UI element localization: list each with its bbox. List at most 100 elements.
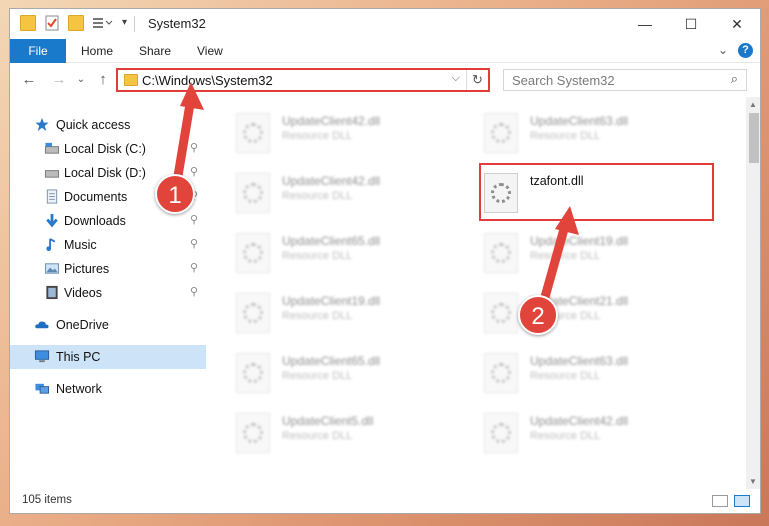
up-button[interactable]: ↑ bbox=[94, 70, 112, 90]
file-item[interactable]: UpdateClient63.dll Resource DLL bbox=[484, 105, 714, 157]
dll-file-icon bbox=[484, 353, 518, 393]
network-icon bbox=[35, 383, 50, 394]
computer-icon bbox=[34, 350, 50, 363]
search-input[interactable]: Search System32 bbox=[512, 73, 615, 88]
cloud-icon bbox=[35, 321, 49, 329]
file-item[interactable]: UpdateClient5.dll Resource DLL bbox=[236, 405, 466, 457]
documents-icon bbox=[46, 189, 58, 204]
file-type: Resource DLL bbox=[282, 130, 353, 142]
dll-file-icon bbox=[484, 113, 518, 153]
sidebar-item-label: OneDrive bbox=[56, 318, 109, 332]
file-list: UpdateClient42.dll Resource DLL UpdateCl… bbox=[206, 97, 746, 489]
file-type: Resource DLL bbox=[530, 250, 601, 262]
explorer-window: ▾ System32 — ☐ ✕ File Home Share View ⌄ … bbox=[9, 8, 761, 514]
scroll-down-icon[interactable]: ▼ bbox=[749, 477, 757, 486]
dll-file-icon bbox=[236, 173, 270, 213]
sidebar-item-label: Videos bbox=[64, 286, 102, 300]
folder-icon bbox=[20, 15, 36, 31]
pin-icon: ⚲ bbox=[190, 286, 199, 298]
file-name: UpdateClient65.dll bbox=[282, 234, 381, 248]
file-type: Resource DLL bbox=[530, 430, 601, 442]
dll-file-icon bbox=[236, 293, 270, 333]
scroll-up-icon[interactable]: ▲ bbox=[749, 100, 757, 109]
navigation-pane: Quick access Local Disk (C:) ⚲ Local Dis… bbox=[10, 97, 206, 489]
tab-file[interactable]: File bbox=[10, 39, 66, 63]
search-box[interactable]: Search System32 ⌕ bbox=[503, 69, 747, 91]
sidebar-item-music[interactable]: Music ⚲ bbox=[10, 233, 206, 257]
title-separator bbox=[134, 16, 135, 32]
file-name: UpdateClient19.dll bbox=[282, 294, 381, 308]
file-type: Resource DLL bbox=[530, 130, 601, 142]
file-type: Resource DLL bbox=[282, 250, 353, 262]
large-icons-view-icon[interactable] bbox=[734, 495, 750, 507]
tab-view[interactable]: View bbox=[197, 39, 223, 63]
file-item[interactable]: UpdateClient65.dll Resource DLL bbox=[236, 225, 466, 277]
details-view-icon[interactable] bbox=[712, 495, 728, 507]
file-item[interactable]: UpdateClient42.dll Resource DLL bbox=[484, 405, 714, 457]
sidebar-item-label: Network bbox=[56, 382, 102, 396]
file-item[interactable]: UpdateClient19.dll Resource DLL bbox=[484, 225, 714, 277]
star-icon bbox=[35, 117, 49, 132]
file-type: Resource DLL bbox=[282, 190, 353, 202]
dll-file-icon bbox=[484, 293, 518, 333]
file-item[interactable]: UpdateClient65.dll Resource DLL bbox=[236, 345, 466, 397]
dll-file-icon bbox=[236, 233, 270, 273]
search-icon[interactable]: ⌕ bbox=[731, 71, 738, 87]
dll-file-icon bbox=[236, 353, 270, 393]
title-bar: ▾ System32 — ☐ ✕ bbox=[10, 9, 760, 39]
dll-file-icon bbox=[484, 233, 518, 273]
file-name: UpdateClient19.dll bbox=[530, 234, 629, 248]
file-name: UpdateClient42.dll bbox=[282, 114, 381, 128]
sidebar-item-this-pc[interactable]: This PC bbox=[10, 345, 206, 369]
file-name: UpdateClient5.dll bbox=[282, 414, 374, 428]
sidebar-item-quick-access[interactable]: Quick access bbox=[10, 113, 206, 137]
minimize-button[interactable]: — bbox=[622, 9, 668, 39]
sidebar-item-network[interactable]: Network bbox=[10, 377, 206, 401]
sidebar-item-label: Downloads bbox=[64, 214, 126, 228]
file-item[interactable]: UpdateClient19.dll Resource DLL bbox=[236, 285, 466, 337]
pin-icon: ⚲ bbox=[190, 166, 199, 178]
sidebar-item-label: This PC bbox=[56, 350, 101, 364]
tab-home[interactable]: Home bbox=[81, 39, 113, 63]
file-item[interactable]: UpdateClient42.dll Resource DLL bbox=[236, 105, 466, 157]
vertical-scrollbar[interactable]: ▲ ▼ bbox=[746, 97, 760, 489]
sidebar-item-label: Local Disk (C:) bbox=[64, 142, 146, 156]
window-title: System32 bbox=[148, 16, 206, 31]
sidebar-item-label: Pictures bbox=[64, 262, 110, 276]
address-dropdown-icon[interactable]: ⌵ bbox=[452, 72, 460, 85]
navigation-bar: ← → ⌄ ↑ C:\Windows\System32 ⌵ ↻ Search S… bbox=[10, 64, 760, 96]
tab-share[interactable]: Share bbox=[139, 39, 171, 63]
sidebar-item-onedrive[interactable]: OneDrive bbox=[10, 313, 206, 337]
close-button[interactable]: ✕ bbox=[714, 9, 760, 39]
step-2-badge: 2 bbox=[518, 295, 558, 335]
scrollbar-thumb[interactable] bbox=[749, 113, 759, 163]
address-bar[interactable]: C:\Windows\System32 ⌵ ↻ bbox=[116, 68, 490, 92]
file-name: UpdateClient65.dll bbox=[282, 354, 381, 368]
pin-icon: ⚲ bbox=[190, 142, 199, 154]
file-highlight-box bbox=[479, 163, 714, 221]
properties-icon[interactable] bbox=[44, 15, 60, 31]
pin-icon: ⚲ bbox=[190, 262, 199, 274]
sidebar-item-local-disk-c[interactable]: Local Disk (C:) ⚲ bbox=[10, 137, 206, 161]
sidebar-item-label: Documents bbox=[64, 190, 128, 204]
dll-file-icon bbox=[236, 413, 270, 453]
address-path[interactable]: C:\Windows\System32 bbox=[142, 73, 273, 88]
sidebar-item-pictures[interactable]: Pictures ⚲ bbox=[10, 257, 206, 281]
back-button[interactable]: ← bbox=[20, 70, 38, 90]
status-bar: 105 items bbox=[10, 489, 760, 513]
expand-ribbon-icon[interactable]: ⌄ bbox=[718, 43, 728, 57]
customize-toolbar-icon[interactable] bbox=[92, 15, 113, 31]
dll-file-icon bbox=[484, 413, 518, 453]
sidebar-item-videos[interactable]: Videos ⚲ bbox=[10, 281, 206, 305]
refresh-button[interactable]: ↻ bbox=[466, 70, 488, 90]
new-folder-icon[interactable] bbox=[68, 15, 84, 31]
forward-button[interactable]: → bbox=[50, 70, 68, 90]
file-item[interactable]: UpdateClient42.dll Resource DLL bbox=[236, 165, 466, 217]
recent-locations-button[interactable]: ⌄ bbox=[72, 70, 90, 90]
music-icon bbox=[46, 238, 56, 252]
quick-access-dropdown-icon[interactable]: ▾ bbox=[122, 17, 138, 33]
help-icon[interactable]: ? bbox=[738, 43, 753, 58]
maximize-button[interactable]: ☐ bbox=[668, 9, 714, 39]
sidebar-item-label: Quick access bbox=[56, 118, 131, 132]
file-item[interactable]: UpdateClient63.dll Resource DLL bbox=[484, 345, 714, 397]
